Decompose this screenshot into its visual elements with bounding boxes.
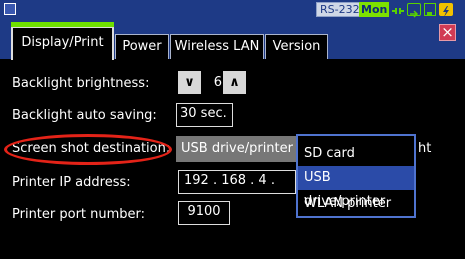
printer-ip-label: Printer IP address: xyxy=(12,175,131,190)
tab-power[interactable]: Power xyxy=(115,34,169,59)
backlight-auto-saving-field[interactable]: 30 sec. xyxy=(176,103,233,127)
printer-port-field[interactable]: 9100 xyxy=(178,201,230,225)
tab-display-print[interactable]: Display/Print xyxy=(11,22,114,60)
brightness-decrease-button[interactable]: ∨ xyxy=(178,71,201,94)
lan-icon xyxy=(424,3,436,16)
dropdown-option-wlan-printer[interactable]: WLAN printer xyxy=(298,192,414,216)
menu-icon[interactable] xyxy=(4,3,16,15)
dropdown-option-sd-card[interactable]: SD card xyxy=(298,142,414,166)
plug-icon xyxy=(391,3,405,16)
destination-dropdown: SD card USB drive/printer WLAN printer xyxy=(296,134,416,218)
backlight-auto-saving-label: Backlight auto saving: xyxy=(12,108,157,123)
printer-port-label: Printer port number: xyxy=(12,207,146,222)
close-button[interactable]: × xyxy=(439,24,456,41)
status-bar: RS-232C Mon xyxy=(0,0,465,19)
obscured-text: ht xyxy=(418,141,432,156)
highlight-ellipse xyxy=(4,134,172,165)
brightness-value: 6 xyxy=(201,71,222,94)
tab-wireless-lan[interactable]: Wireless LAN xyxy=(170,34,264,59)
tab-version[interactable]: Version xyxy=(265,34,328,59)
printer-ip-field[interactable]: 192 . 168 . 4 . xyxy=(178,170,296,194)
usb-icon xyxy=(407,3,421,18)
brightness-increase-button[interactable]: ∧ xyxy=(223,71,246,94)
lightning-icon xyxy=(439,3,453,17)
screen-shot-destination-select[interactable]: USB drive/printer xyxy=(176,136,296,162)
dropdown-option-usb-drive-printer[interactable]: USB drive/printer xyxy=(298,166,414,209)
monitor-badge: Mon xyxy=(359,2,390,17)
backlight-brightness-label: Backlight brightness: xyxy=(12,76,150,91)
tab-strip: Display/Print Power Wireless LAN Version… xyxy=(0,19,465,60)
